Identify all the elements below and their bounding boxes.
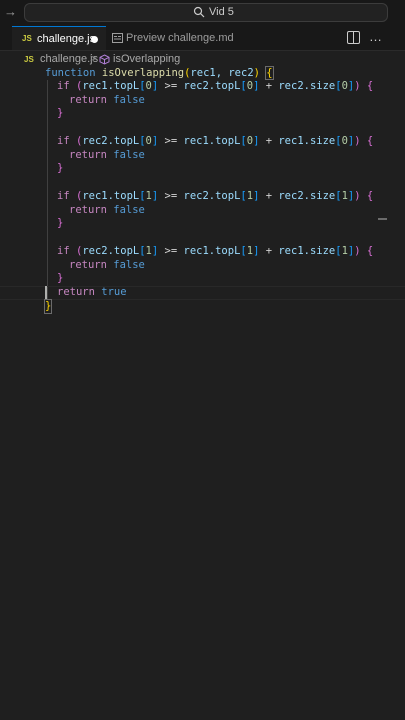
literal: false xyxy=(113,149,145,161)
code-line: return false xyxy=(69,94,145,107)
code-line: return false xyxy=(69,259,145,272)
code-line: if (rec2.topL[0] >= rec1.topL[0] + rec1.… xyxy=(57,135,374,147)
code-line: return false xyxy=(69,204,145,217)
code-line: return false xyxy=(69,149,145,162)
keyword: return xyxy=(69,204,107,216)
javascript-file-icon: JS xyxy=(22,34,32,43)
operand: rec1.topL xyxy=(82,80,140,92)
operand: rec1.topL xyxy=(183,135,241,147)
tab-preview-challenge-md[interactable]: Preview challenge.md xyxy=(106,26,244,50)
code-line: } xyxy=(57,272,64,284)
operand: rec1.size xyxy=(278,245,336,257)
operand: rec2.topL xyxy=(183,80,241,92)
code-line: if (rec2.topL[1] >= rec1.topL[1] + rec1.… xyxy=(57,245,374,257)
function-name: isOverlapping xyxy=(101,67,185,79)
literal: false xyxy=(113,94,145,106)
code-line: } xyxy=(43,299,53,314)
operand: rec2.topL xyxy=(183,190,241,202)
keyword: if xyxy=(57,245,70,257)
preview-icon xyxy=(112,33,123,43)
operand: rec2.size xyxy=(278,80,336,92)
indent-guide xyxy=(47,80,48,300)
keyword: return xyxy=(69,149,107,161)
keyword: return xyxy=(57,286,95,298)
code-line: if (rec1.topL[1] >= rec2.topL[1] + rec2.… xyxy=(57,190,374,202)
literal: true xyxy=(101,286,127,298)
code-line: function isOverlapping(rec1, rec2) { xyxy=(45,66,274,80)
text-cursor xyxy=(45,286,47,300)
scrollbar-marker[interactable] xyxy=(378,218,387,220)
code-line: if (rec1.topL[0] >= rec2.topL[0] + rec2.… xyxy=(57,80,374,92)
tab-label: challenge.js xyxy=(37,33,96,45)
title-bar: → Vid 5 xyxy=(0,0,405,26)
code-editor[interactable]: function isOverlapping(rec1, rec2) { if … xyxy=(0,66,405,720)
method-cube-icon xyxy=(99,54,110,65)
keyword: if xyxy=(57,80,70,92)
operand: rec2.topL xyxy=(82,245,140,257)
operand: rec1.topL xyxy=(82,190,140,202)
search-icon xyxy=(193,6,205,18)
unsaved-dot-icon[interactable] xyxy=(91,36,98,43)
parameters: rec1, rec2 xyxy=(190,67,254,79)
operand: rec2.size xyxy=(278,190,336,202)
code-line: return true xyxy=(57,286,127,299)
tab-label: Preview challenge.md xyxy=(126,32,234,44)
split-editor-icon[interactable] xyxy=(347,31,360,44)
tab-challenge-js[interactable]: JS challenge.js xyxy=(12,26,106,50)
literal: false xyxy=(113,259,145,271)
tab-bar: JS challenge.js Preview challenge.md … xyxy=(0,26,405,51)
operand: rec2.topL xyxy=(82,135,140,147)
keyword: return xyxy=(69,259,107,271)
literal: false xyxy=(113,204,145,216)
keyword: if xyxy=(57,190,70,202)
keyword: return xyxy=(69,94,107,106)
code-line: } xyxy=(57,107,64,119)
operand: rec1.size xyxy=(278,135,336,147)
command-center[interactable]: Vid 5 xyxy=(24,3,388,22)
operand: rec1.topL xyxy=(183,245,241,257)
keyword: if xyxy=(57,135,70,147)
keyword: function xyxy=(45,67,96,79)
code-line: } xyxy=(57,162,64,174)
forward-arrow-icon[interactable]: → xyxy=(4,4,18,20)
more-actions-icon[interactable]: … xyxy=(369,28,382,46)
code-line: } xyxy=(57,217,64,229)
command-center-label: Vid 5 xyxy=(209,6,234,18)
